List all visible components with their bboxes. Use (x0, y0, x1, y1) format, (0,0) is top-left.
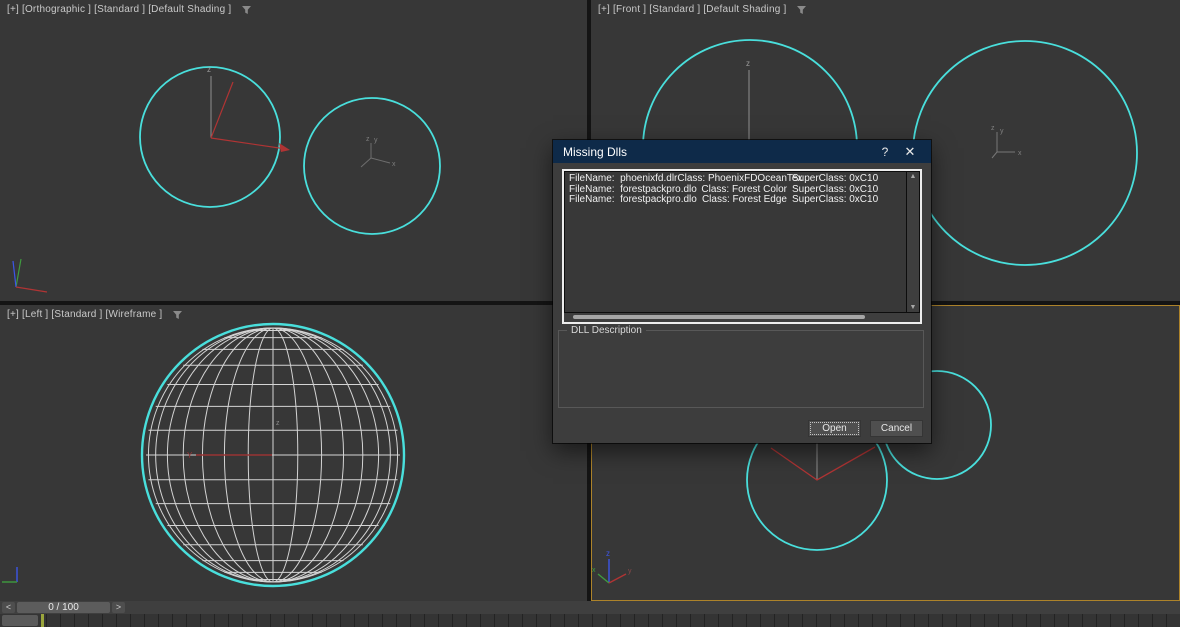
filter-icon[interactable] (172, 310, 183, 320)
dll-list-item[interactable]: FileName: phoenixfd.dlr Class: PhoenixFDO… (569, 173, 906, 185)
viewport-canvas-orthographic[interactable]: zz yx (0, 0, 587, 301)
open-button[interactable]: Open (808, 420, 861, 437)
track-bar-ticks (46, 614, 1180, 627)
svg-text:z: z (991, 125, 995, 132)
time-slider-bar: < 0 / 100 > (0, 601, 1180, 614)
dll-list[interactable]: FileName: phoenixfd.dlr Class: PhoenixFDO… (564, 171, 907, 313)
filter-icon[interactable] (241, 5, 252, 15)
svg-text:z: z (366, 136, 370, 143)
dll-description-group: DLL Description (558, 325, 924, 408)
app-window: zzyx [+] [Orthographic ] [Standard ] [De… (0, 0, 1180, 627)
viewport-label-text: [+] [Left ] [Standard ] [Wireframe ] (7, 309, 163, 320)
close-icon[interactable]: ✕ (897, 144, 923, 160)
vertical-scrollbar[interactable]: ▲ ▼ (907, 171, 920, 313)
dll-list-frame: FileName: phoenixfd.dlr Class: PhoenixFDO… (562, 169, 922, 324)
missing-dlls-dialog: Missing Dlls ? ✕ FileName: phoenixfd.dlr… (553, 140, 931, 443)
viewport-orthographic[interactable]: zzyx [+] [Orthographic ] [Standard ] [De… (0, 0, 587, 301)
dll-description-label: DLL Description (567, 325, 646, 336)
svg-text:y: y (1000, 128, 1004, 135)
sphere-selection-outline (912, 40, 1138, 266)
svg-text:x: x (592, 567, 596, 574)
svg-text:Y: Y (187, 451, 193, 460)
viewport-canvas-left[interactable]: Yz (0, 305, 587, 601)
sphere-selection-outline (303, 97, 441, 235)
svg-text:z: z (746, 59, 750, 68)
horizontal-scrollbar[interactable] (564, 313, 920, 322)
svg-text:y: y (628, 568, 632, 575)
svg-text:z: z (207, 65, 211, 74)
track-bar[interactable] (0, 614, 1180, 627)
svg-text:y: y (374, 137, 378, 144)
viewport-label-orthographic[interactable]: [+] [Orthographic ] [Standard ] [Default… (7, 4, 252, 15)
dialog-titlebar[interactable]: Missing Dlls ? ✕ (553, 140, 931, 163)
next-frame-button[interactable]: > (112, 602, 125, 613)
dialog-title: Missing Dlls (563, 144, 628, 159)
scroll-up-icon[interactable]: ▲ (910, 172, 917, 181)
help-button[interactable]: ? (873, 145, 897, 159)
sphere-selection-outline (139, 66, 281, 208)
selection-axis-red (770, 446, 876, 481)
svg-text:z: z (606, 549, 610, 558)
viewport-label-left[interactable]: [+] [Left ] [Standard ] [Wireframe ] (7, 309, 183, 320)
viewport-label-text: [+] [Orthographic ] [Standard ] [Default… (7, 4, 232, 15)
horizontal-scrollbar-thumb[interactable] (573, 315, 865, 319)
prev-frame-button[interactable]: < (2, 602, 15, 613)
cancel-button[interactable]: Cancel (870, 420, 923, 437)
viewport-label-front[interactable]: [+] [Front ] [Standard ] [Default Shadin… (598, 4, 807, 15)
scroll-down-icon[interactable]: ▼ (910, 303, 917, 312)
track-bar-marker (41, 614, 44, 627)
svg-text:z: z (276, 420, 280, 427)
track-bar-thumb[interactable] (2, 615, 38, 626)
axis-arrow (279, 143, 290, 152)
time-slider[interactable]: 0 / 100 (17, 602, 110, 613)
dll-list-item[interactable]: FileName: forestpackpro.dlo Class: Forest… (569, 194, 906, 206)
viewport-left[interactable]: Yz [+] [Left ] [Standard ] [Wireframe ] (0, 305, 587, 601)
filter-icon[interactable] (796, 5, 807, 15)
viewport-label-text: [+] [Front ] [Standard ] [Default Shadin… (598, 4, 787, 15)
dialog-body: FileName: phoenixfd.dlr Class: PhoenixFDO… (553, 163, 931, 443)
svg-text:x: x (1018, 150, 1022, 157)
svg-text:x: x (392, 161, 396, 168)
